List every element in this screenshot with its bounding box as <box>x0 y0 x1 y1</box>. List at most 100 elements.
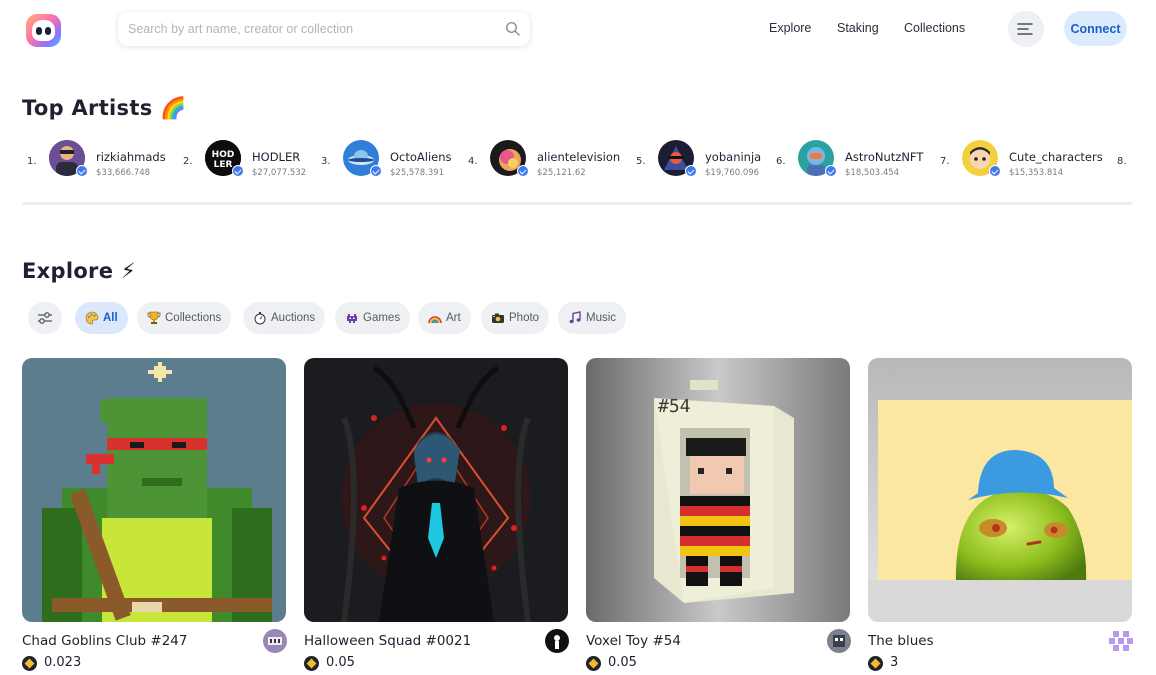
app-logo[interactable] <box>26 14 61 47</box>
nft-price: 0.05 <box>608 655 637 670</box>
artist-name: yobaninja <box>705 150 762 164</box>
filter-chip-art[interactable]: Art <box>418 302 471 334</box>
verified-badge-icon <box>989 165 1001 177</box>
artist-rank: 5. <box>636 156 646 167</box>
artist-item[interactable]: 5. yobaninja $19,760.096 <box>636 140 786 180</box>
bnb-coin-icon <box>586 656 601 671</box>
artist-rank: 8. <box>1117 156 1127 167</box>
creator-avatar[interactable] <box>263 629 287 653</box>
svg-text:LER: LER <box>214 160 233 170</box>
voxel-label: #54 <box>658 396 691 417</box>
search-bar <box>118 12 530 46</box>
rainbow-icon <box>428 316 442 324</box>
bnb-coin-icon <box>868 656 883 671</box>
artist-rank: 1. <box>27 156 37 167</box>
artist-volume: $25,578.391 <box>390 168 445 178</box>
bnb-coin-icon <box>304 656 319 671</box>
artist-rank: 7. <box>940 156 950 167</box>
artist-name: Cute_characters <box>1009 150 1103 164</box>
verified-badge-icon <box>232 165 244 177</box>
nav-staking[interactable]: Staking <box>837 21 879 35</box>
artist-name: alientelevision <box>537 150 621 164</box>
artist-item[interactable]: 8. <box>1117 140 1133 180</box>
nft-title[interactable]: Chad Goblins Club #247 <box>22 633 187 649</box>
creator-avatar[interactable] <box>545 629 569 653</box>
artist-name: rizkiahmads <box>96 150 166 164</box>
explore-title: Explore ⚡ <box>22 259 136 283</box>
artist-item[interactable]: 1. rizkiahmads $33,666.748 <box>27 140 187 180</box>
top-artists-title: Top Artists 🌈 <box>22 96 187 120</box>
filter-chip-label: Games <box>363 312 401 324</box>
nft-artwork[interactable] <box>304 358 568 622</box>
nft-title[interactable]: Voxel Toy #54 <box>586 633 681 649</box>
artist-volume: $15,353.814 <box>1009 168 1064 178</box>
filter-chip-label: Music <box>586 312 617 324</box>
filter-chip-label: Photo <box>509 312 540 324</box>
artist-volume: $27,077.532 <box>252 168 307 178</box>
search-icon[interactable] <box>505 21 521 37</box>
filter-chip-label: Auctions <box>271 312 316 324</box>
artist-item[interactable]: 3. OctoAliens $25,578.391 <box>321 140 481 180</box>
nft-price: 0.05 <box>326 655 355 670</box>
space-invader-icon <box>347 314 357 323</box>
verified-badge-icon <box>76 165 88 177</box>
nft-price: 0.023 <box>44 655 82 670</box>
filter-chip-photo[interactable]: Photo <box>481 302 550 334</box>
nft-title[interactable]: Halloween Squad #0021 <box>304 633 471 649</box>
nft-artwork[interactable] <box>868 358 1132 622</box>
artist-name: HODLER <box>252 150 301 164</box>
bnb-coin-icon <box>22 656 37 671</box>
artist-rank: 3. <box>321 156 331 167</box>
creator-avatar[interactable] <box>1109 629 1133 653</box>
logo-ghost-icon <box>32 20 55 41</box>
artist-item[interactable]: 7. Cute_characters $15,353.814 <box>940 140 1110 180</box>
filter-chip-label: All <box>103 312 118 324</box>
artist-name: AstroNutzNFT <box>845 150 924 164</box>
nav-collections[interactable]: Collections <box>904 21 965 35</box>
artist-rank: 2. <box>183 156 193 167</box>
camera-icon <box>492 313 504 323</box>
filter-chip-auctions[interactable]: Auctions <box>243 302 326 334</box>
verified-badge-icon <box>685 165 697 177</box>
filter-chip-all[interactable]: All <box>75 302 128 334</box>
connect-button[interactable]: Connect <box>1064 11 1127 46</box>
filter-chip-collections[interactable]: Collections <box>137 302 232 334</box>
verified-badge-icon <box>825 165 837 177</box>
nft-title[interactable]: The blues <box>868 633 934 649</box>
goblin-pixel-art <box>22 358 286 622</box>
artist-volume: $25,121.62 <box>537 168 586 178</box>
artist-item[interactable]: 6. AstroNutzNFT $18,503.454 <box>776 140 936 180</box>
verified-badge-icon <box>517 165 529 177</box>
section-divider <box>22 202 1132 205</box>
search-input[interactable] <box>118 12 498 46</box>
nft-price: 3 <box>890 655 899 670</box>
svg-text:HOD: HOD <box>212 150 235 160</box>
top-artists-list: 1. rizkiahmads $33,666.748 2. HOD LER HO… <box>22 140 1134 180</box>
artist-volume: $19,760.096 <box>705 168 760 178</box>
menu-icon <box>1017 23 1033 35</box>
artist-rank: 4. <box>468 156 478 167</box>
creator-avatar[interactable] <box>827 629 851 653</box>
trophy-icon <box>147 311 161 324</box>
blues-art <box>868 358 1132 622</box>
halloween-art <box>304 358 568 622</box>
filter-toggle-button[interactable] <box>28 302 62 334</box>
artist-volume: $33,666.748 <box>96 168 151 178</box>
nav-explore[interactable]: Explore <box>769 21 811 35</box>
filter-chip-music[interactable]: Music <box>558 302 627 334</box>
artist-name: OctoAliens <box>390 150 452 164</box>
artist-rank: 6. <box>776 156 786 167</box>
sliders-icon <box>38 312 52 324</box>
nft-artwork[interactable] <box>22 358 286 622</box>
artist-item[interactable]: 4. alientelevision $25,121.62 <box>468 140 638 180</box>
filter-chip-games[interactable]: Games <box>335 302 411 334</box>
verified-badge-icon <box>370 165 382 177</box>
voxel-toy-art: #54 <box>586 358 850 622</box>
artist-item[interactable]: 2. HOD LER HODLER $27,077.532 <box>183 140 343 180</box>
artist-volume: $18,503.454 <box>845 168 900 178</box>
filter-chip-label: Art <box>446 312 461 324</box>
nft-artwork[interactable]: #54 <box>586 358 850 622</box>
menu-button[interactable] <box>1008 11 1044 47</box>
filter-chip-label: Collections <box>165 312 222 324</box>
stopwatch-icon <box>254 312 266 325</box>
